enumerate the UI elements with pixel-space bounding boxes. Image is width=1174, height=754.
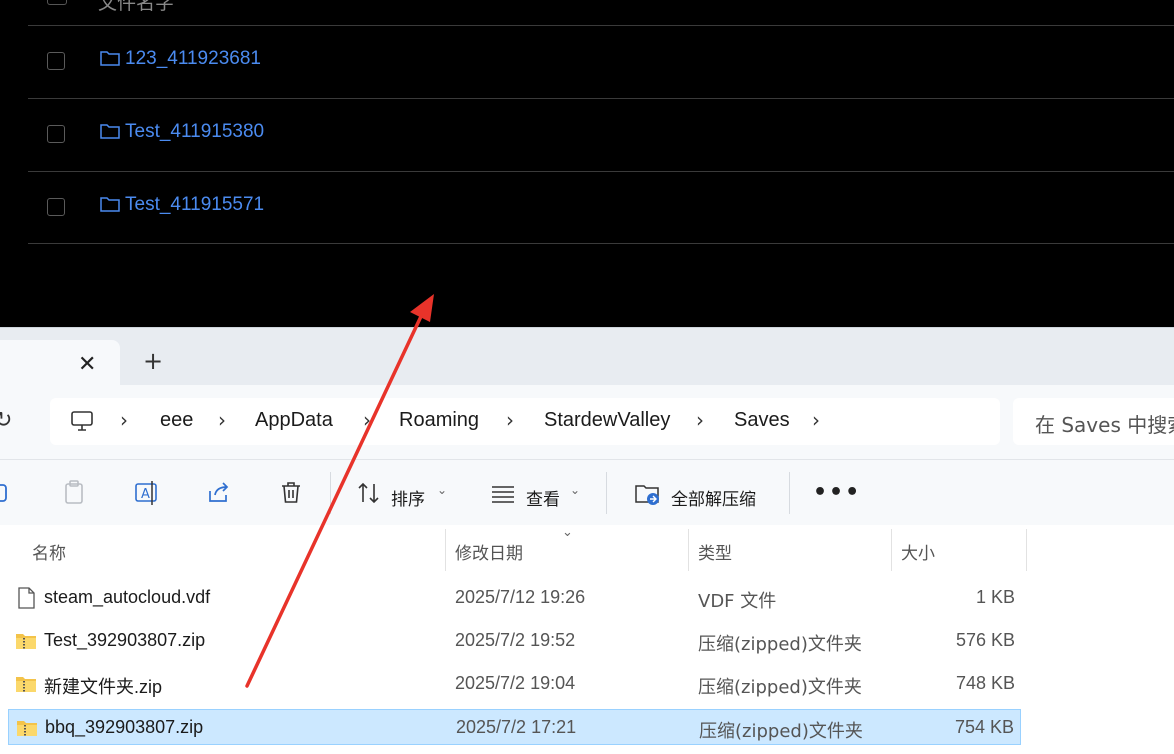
more-options-button[interactable]: ••• (813, 480, 861, 505)
toolbar-separator (789, 472, 790, 514)
folder-icon (100, 51, 120, 66)
file-name: steam_autocloud.vdf (44, 587, 211, 607)
search-placeholder: 在 Saves 中搜索 (1035, 413, 1174, 437)
breadcrumb-saves[interactable]: Saves (734, 409, 790, 432)
column-divider[interactable] (445, 529, 446, 571)
folder-link[interactable]: Test_411915571 (125, 194, 264, 216)
column-divider[interactable] (688, 529, 689, 571)
file-type: VDF 文件 (698, 591, 777, 612)
sort-indicator-icon: ⌄ (562, 525, 573, 540)
web-file-list: 文件名字 123_411923681 Test_411915380 Test_4… (0, 0, 1174, 327)
breadcrumb-appdata[interactable]: AppData (255, 409, 333, 432)
chevron-right-icon[interactable]: › (812, 408, 820, 432)
breadcrumb-stardewvalley[interactable]: StardewValley (544, 409, 670, 432)
search-box[interactable]: 在 Saves 中搜索 (1013, 398, 1174, 445)
chevron-right-icon[interactable]: › (363, 408, 371, 432)
tab-saves[interactable]: ✕ (0, 340, 120, 386)
file-date: 2025/7/2 17:21 (456, 717, 577, 737)
file-name: 新建文件夹.zip (44, 677, 163, 697)
sort-button[interactable]: 排序 (391, 485, 425, 510)
web-list-row: Test_411915571 (28, 171, 1174, 244)
web-list-header: 文件名字 (98, 0, 175, 14)
column-divider[interactable] (891, 529, 892, 571)
web-list-row: Test_411915380 (28, 98, 1174, 171)
folder-icon (100, 197, 120, 212)
column-header-type[interactable]: 类型 (698, 539, 732, 564)
file-size: 748 KB (955, 673, 1015, 693)
new-tab-button[interactable]: + (143, 349, 163, 373)
file-name: Test_392903807.zip (44, 630, 206, 650)
share-icon[interactable] (204, 478, 234, 508)
file-size: 576 KB (955, 630, 1015, 650)
folder-link[interactable]: 123_411923681 (125, 48, 261, 70)
web-list-row: 123_411923681 (28, 25, 1174, 98)
chevron-right-icon[interactable]: › (120, 408, 128, 432)
file-row[interactable]: 新建文件夹.zip 2025/7/2 19:04 压缩(zipped)文件夹 7… (8, 666, 1021, 702)
column-header-date[interactable]: 修改日期 (455, 539, 523, 564)
column-header-size[interactable]: 大小 (901, 539, 935, 564)
row-checkbox[interactable] (47, 52, 65, 70)
file-type: 压缩(zipped)文件夹 (699, 721, 863, 742)
column-divider[interactable] (1026, 529, 1027, 571)
address-bar-row: ↻ › eee › AppData › Roaming › StardewVal… (0, 385, 1174, 459)
file-date: 2025/7/12 19:26 (455, 587, 586, 607)
zip-folder-icon (17, 721, 37, 736)
close-tab-icon[interactable]: ✕ (78, 352, 96, 377)
breadcrumb-eee[interactable]: eee (160, 409, 193, 432)
folder-link[interactable]: Test_411915380 (125, 121, 264, 143)
toolbar-separator (330, 472, 331, 514)
extract-all-icon[interactable] (633, 478, 663, 508)
divider (28, 243, 1174, 244)
sort-icon[interactable] (354, 478, 384, 508)
delete-icon[interactable] (276, 478, 306, 508)
tab-bar: ✕ + (0, 327, 1174, 386)
file-explorer-window: ✕ + ↻ › eee › AppData › Roaming › Starde… (0, 327, 1174, 754)
zip-folder-icon (16, 677, 36, 692)
view-icon[interactable] (488, 478, 518, 508)
address-bar[interactable]: › eee › AppData › Roaming › StardewValle… (50, 398, 1000, 445)
folder-icon (100, 124, 120, 139)
file-date: 2025/7/2 19:52 (455, 630, 576, 650)
chevron-right-icon[interactable]: › (506, 408, 514, 432)
zip-folder-icon (16, 634, 36, 649)
document-icon (18, 587, 35, 609)
column-header-row: ⌄ 名称 修改日期 类型 大小 (0, 525, 1174, 575)
chevron-right-icon[interactable]: › (696, 408, 704, 432)
file-date: 2025/7/2 19:04 (455, 673, 576, 693)
file-row-selected[interactable]: bbq_392903807.zip 2025/7/2 17:21 压缩(zipp… (8, 709, 1021, 745)
chevron-down-icon[interactable]: ⌄ (570, 483, 580, 497)
view-button[interactable]: 查看 (526, 485, 560, 510)
file-type: 压缩(zipped)文件夹 (698, 634, 862, 655)
file-name: bbq_392903807.zip (45, 717, 204, 737)
file-type: 压缩(zipped)文件夹 (698, 677, 862, 698)
file-row[interactable]: steam_autocloud.vdf 2025/7/12 19:26 VDF … (8, 580, 1021, 616)
file-size: 1 KB (975, 587, 1015, 607)
column-header-name[interactable]: 名称 (32, 539, 66, 564)
breadcrumb-roaming[interactable]: Roaming (399, 409, 479, 432)
paste-icon[interactable] (60, 478, 90, 508)
row-checkbox[interactable] (47, 198, 65, 216)
row-checkbox[interactable] (47, 125, 65, 143)
toolbar-separator (606, 472, 607, 514)
file-size: 754 KB (954, 717, 1014, 737)
file-row[interactable]: Test_392903807.zip 2025/7/2 19:52 压缩(zip… (8, 623, 1021, 659)
chevron-down-icon[interactable]: ⌄ (437, 483, 447, 497)
chevron-right-icon[interactable]: › (218, 408, 226, 432)
extract-all-button[interactable]: 全部解压缩 (671, 485, 756, 510)
rename-icon[interactable]: A (132, 478, 162, 508)
this-pc-icon[interactable] (70, 410, 94, 432)
copy-icon[interactable] (0, 478, 16, 508)
select-all-checkbox[interactable] (47, 0, 67, 5)
refresh-icon[interactable]: ↻ (0, 408, 12, 433)
svg-text:A: A (141, 487, 150, 502)
command-bar: A 排序 ⌄ 查看 ⌄ 全部解压缩 ••• (0, 459, 1174, 526)
